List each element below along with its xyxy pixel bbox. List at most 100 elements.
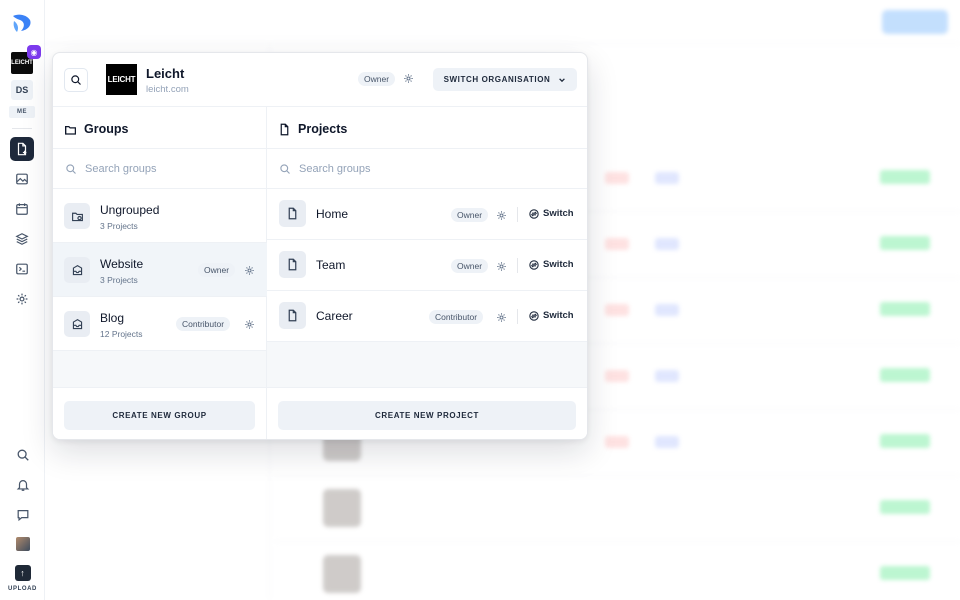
switch-icon [529,208,539,219]
groups-column: Groups Ungrouped 3 Projects Website 3 Pr… [53,107,267,439]
group-settings-gear-icon[interactable] [244,319,255,330]
org-switcher-tile[interactable]: LEICHT ◉ [11,45,41,74]
terminal-icon [16,263,28,275]
rail-notifications-button[interactable] [11,473,35,497]
projects-footer: CREATE NEW PROJECT [267,387,587,439]
bg-topbar [45,0,960,44]
org-tile-label: LEICHT [11,60,33,66]
groups-footer: CREATE NEW GROUP [53,387,266,439]
notification-badge-icon: ◉ [27,45,41,59]
group-role-badge: Owner [198,263,236,277]
rail-messages-button[interactable] [11,503,35,527]
calendar-icon [16,203,28,215]
rail-calendar-button[interactable] [10,197,34,221]
file-icon [279,251,306,278]
search-icon [17,449,29,461]
divider [517,309,518,324]
groups-title: Groups [64,121,128,137]
groups-search [53,149,266,189]
group-name: Ungrouped [100,203,160,217]
upload-arrow-icon: ↑ [20,568,25,578]
left-rail: LEICHT ◉ DS ME ↑ UPLOAD [0,0,45,600]
create-new-project-button[interactable]: CREATE NEW PROJECT [278,401,576,430]
bell-icon [16,480,29,491]
bg-row [275,476,960,542]
workspace-ds-tile[interactable]: DS [11,80,33,100]
switch-organisation-label: SWITCH ORGANISATION [443,75,551,84]
switch-project-button[interactable]: Switch [529,208,574,219]
chevron-down-icon [559,77,566,82]
project-settings-gear-icon[interactable] [496,312,507,323]
rail-layers-button[interactable] [10,227,34,251]
org-name: Leicht [146,66,185,81]
groups-empty-area [53,351,266,387]
project-settings-gear-icon[interactable] [496,261,507,272]
workspace-me-tile[interactable]: ME [9,106,35,118]
org-settings-gear-icon[interactable] [403,73,414,84]
group-settings-gear-icon[interactable] [244,265,255,276]
projects-empty-area [267,342,587,387]
org-logo: LEICHT [106,64,137,95]
project-name: Home [316,207,349,221]
groups-title-label: Groups [84,122,129,136]
organisation-switcher-panel: LEICHT Leicht leicht.com Owner SWITCH OR… [52,52,588,440]
inbox-icon [64,311,90,337]
folder-ungrouped-icon [64,203,90,229]
switch-icon [529,310,539,321]
project-item-home[interactable]: Home Owner Switch [267,189,587,240]
switch-label: Switch [543,208,574,219]
org-url: leicht.com [146,84,189,95]
bg-primary-button [882,10,948,34]
rail-settings-button[interactable] [10,287,34,311]
user-avatar[interactable] [15,537,30,551]
group-item-blog[interactable]: Blog 12 Projects Contributor [53,297,267,351]
org-role-badge: Owner [358,72,396,86]
inbox-icon [64,257,90,283]
search-icon [280,163,290,174]
group-count: 3 Projects [100,275,138,285]
rail-media-button[interactable] [10,167,34,191]
divider [517,207,518,222]
projects-search [267,149,587,189]
projects-title: Projects [278,121,347,137]
panel-header: LEICHT Leicht leicht.com Owner SWITCH OR… [53,53,587,107]
project-role-badge: Owner [451,259,489,273]
layers-icon [15,233,29,245]
me-tile-label: ME [17,109,27,115]
rail-search-button[interactable] [11,443,35,467]
project-name: Career [316,309,353,323]
group-count: 3 Projects [100,221,138,231]
app-logo-icon[interactable] [9,10,35,36]
project-role-badge: Contributor [429,310,484,324]
create-new-group-button[interactable]: CREATE NEW GROUP [64,401,255,430]
projects-title-label: Projects [298,122,348,136]
group-item-ungrouped[interactable]: Ungrouped 3 Projects [53,189,267,243]
switch-project-button[interactable]: Switch [529,310,574,321]
rail-projects-button[interactable] [10,137,34,161]
search-icon [71,75,81,85]
rail-terminal-button[interactable] [10,257,34,281]
gear-icon [16,293,28,305]
switch-icon [529,259,539,270]
group-name: Website [100,257,144,271]
folder-icon [65,125,76,135]
rail-bottom: ↑ UPLOAD [0,443,45,592]
group-role-badge: Contributor [176,317,231,331]
groups-search-input[interactable] [85,162,245,175]
switch-project-button[interactable]: Switch [529,259,574,270]
switch-label: Switch [543,310,574,321]
project-item-career[interactable]: Career Contributor Switch [267,291,587,342]
divider [517,258,518,273]
panel-search-button[interactable] [64,68,88,92]
file-icon [279,302,306,329]
switch-organisation-button[interactable]: SWITCH ORGANISATION [433,68,577,91]
upload-button[interactable]: ↑ [14,565,31,581]
group-item-website[interactable]: Website 3 Projects Owner [53,243,267,297]
file-plus-icon [17,142,27,156]
group-count: 12 Projects [100,329,143,339]
project-settings-gear-icon[interactable] [496,210,507,221]
project-item-team[interactable]: Team Owner Switch [267,240,587,291]
projects-search-input[interactable] [299,162,459,175]
image-icon [16,173,28,185]
projects-column: Projects Home Owner Switch Team Owner [267,107,587,439]
